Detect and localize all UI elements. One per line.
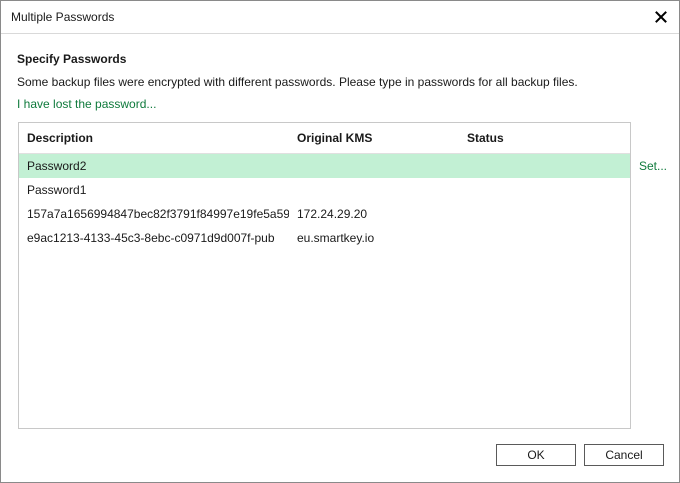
cell-description: e9ac1213-4133-45c3-8ebc-c0971d9d007f-pub <box>27 231 275 245</box>
column-header-status[interactable]: Status <box>467 131 504 145</box>
passwords-table: Description Original KMS Status Password… <box>18 122 631 429</box>
close-button[interactable] <box>649 5 673 29</box>
column-header-original-kms[interactable]: Original KMS <box>297 131 372 145</box>
dialog-window: Multiple Passwords Specify Passwords Som… <box>0 0 680 483</box>
cell-description: Password1 <box>27 183 87 197</box>
cell-description: 157a7a1656994847bec82f3791f84997e19fe5a5… <box>27 207 289 221</box>
section-description: Some backup files were encrypted with di… <box>17 75 578 89</box>
table-row[interactable]: 157a7a1656994847bec82f3791f84997e19fe5a5… <box>19 202 630 226</box>
cell-original-kms: eu.smartkey.io <box>297 231 375 245</box>
window-title: Multiple Passwords <box>11 10 115 24</box>
cell-description: Password2 <box>27 159 87 173</box>
section-heading: Specify Passwords <box>17 52 127 66</box>
lost-password-link[interactable]: I have lost the password... <box>17 97 156 111</box>
table-row[interactable]: e9ac1213-4133-45c3-8ebc-c0971d9d007f-pub… <box>19 226 630 250</box>
ok-button[interactable]: OK <box>496 444 576 466</box>
table-header: Description Original KMS Status <box>19 123 630 154</box>
cancel-button[interactable]: Cancel <box>584 444 664 466</box>
table-body: Password2 Password1 157a7a1656994847bec8… <box>19 154 630 250</box>
table-row[interactable]: Password1 <box>19 178 630 202</box>
column-header-description[interactable]: Description <box>27 131 93 145</box>
table-row[interactable]: Password2 <box>19 154 630 178</box>
title-bar: Multiple Passwords <box>1 1 679 34</box>
set-password-link[interactable]: Set... <box>639 159 667 173</box>
close-icon <box>655 11 667 23</box>
cell-original-kms: 172.24.29.20 <box>297 207 368 221</box>
